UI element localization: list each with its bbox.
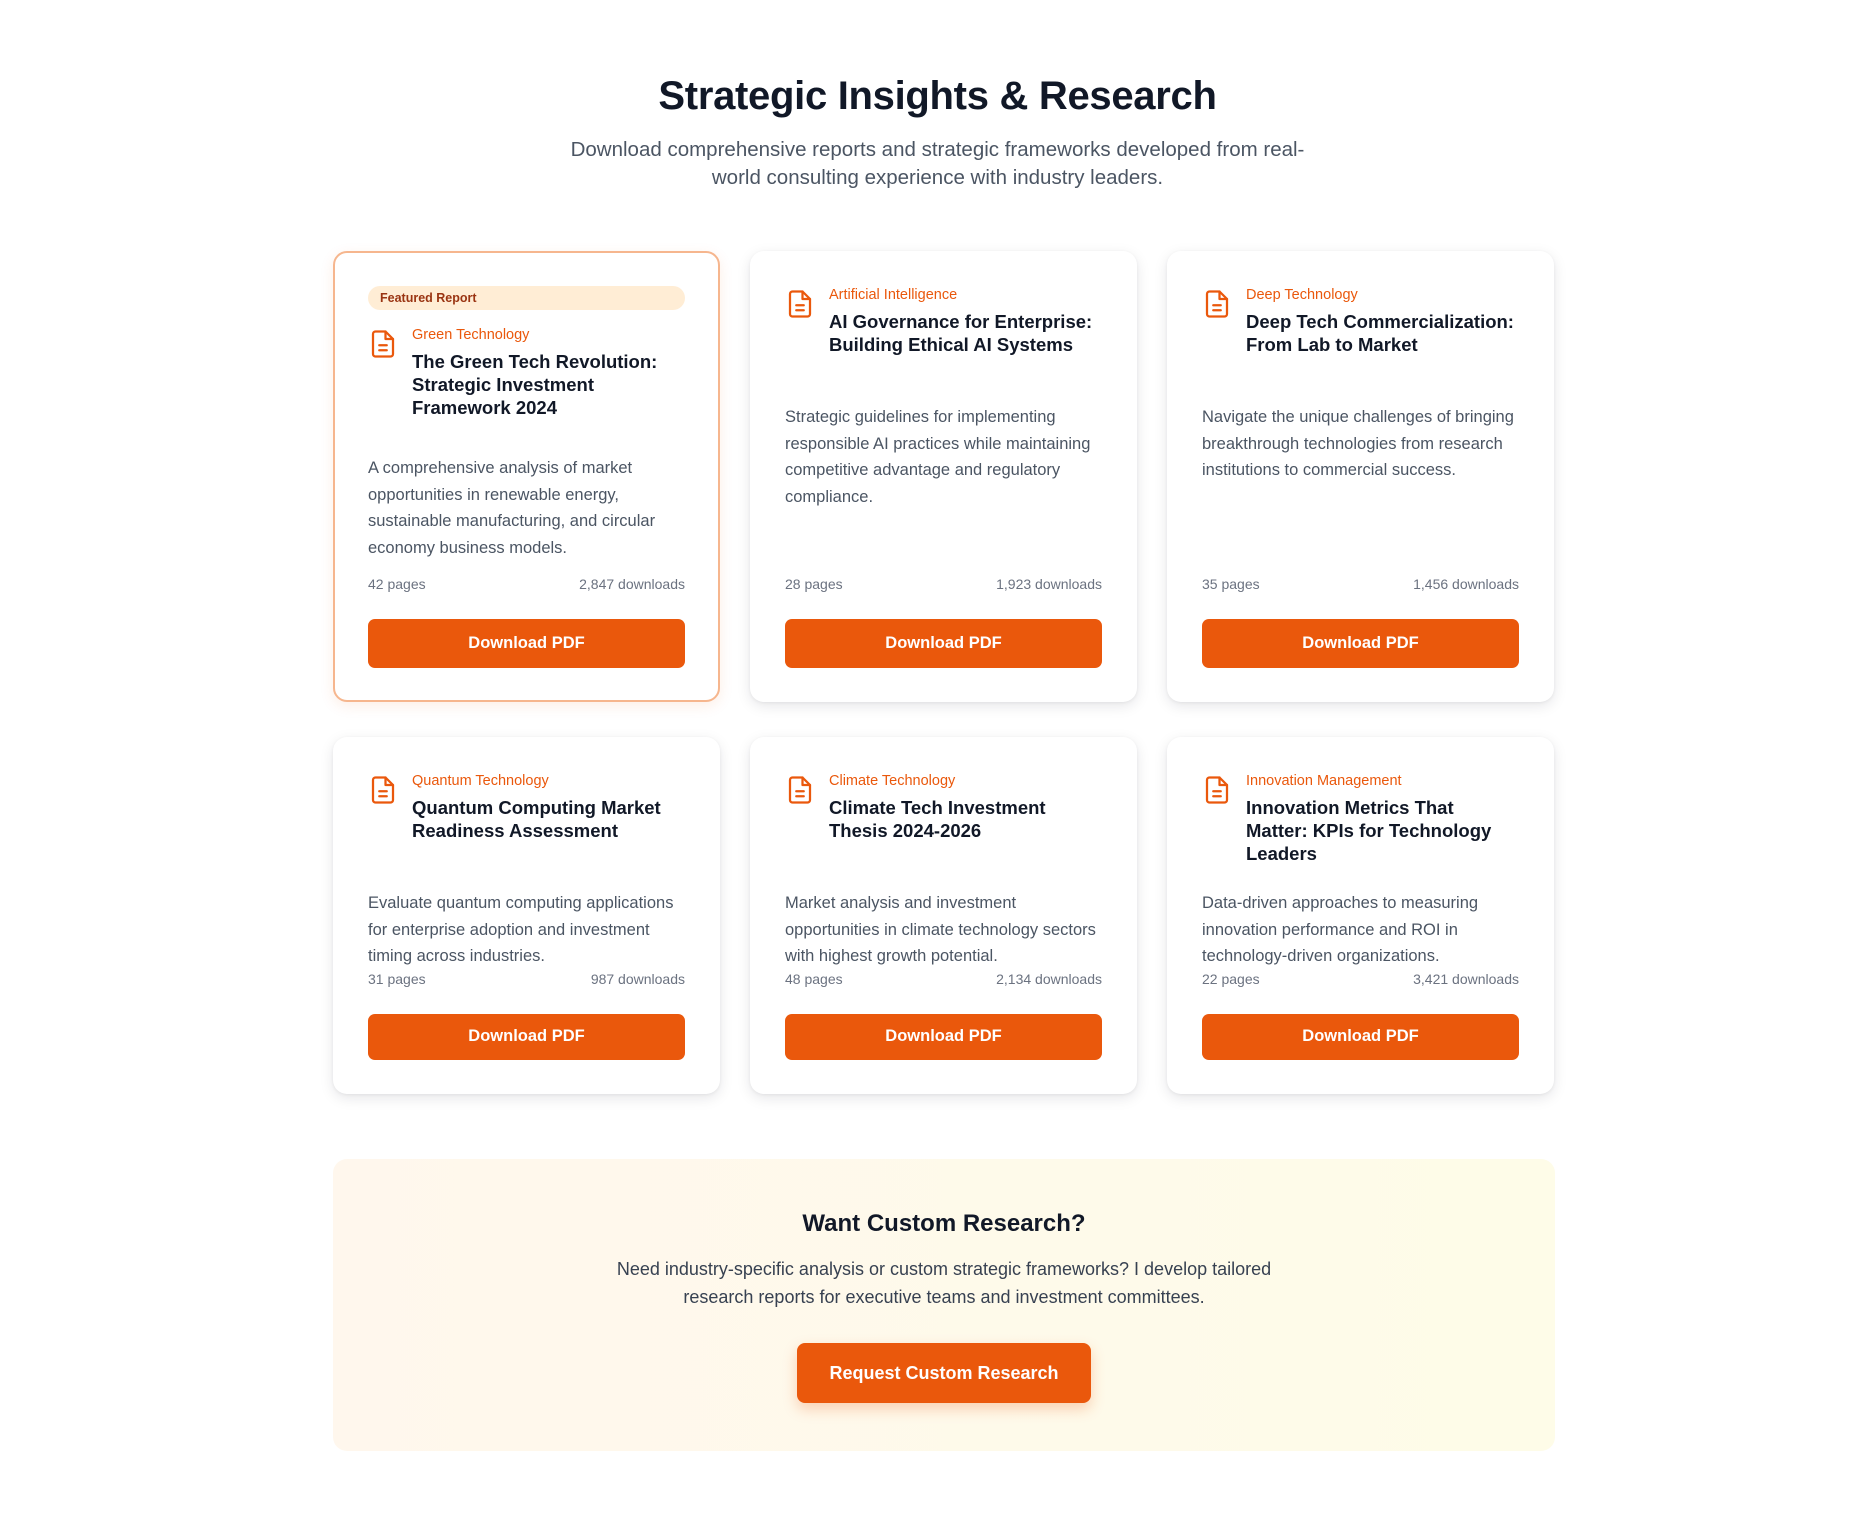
report-downloads: 3,421 downloads <box>1413 970 1519 987</box>
featured-badge: Featured Report <box>368 286 685 310</box>
report-description: Strategic guidelines for implementing re… <box>785 408 1091 506</box>
report-title: Innovation Metrics That Matter: KPIs for… <box>1246 797 1492 864</box>
report-downloads: 2,847 downloads <box>579 576 685 592</box>
custom-research-cta: Want Custom Research? Need industry-spec… <box>333 1159 1555 1451</box>
reports-grid: Featured Report Green Technology The Gre… <box>333 251 1555 1094</box>
research-page: Strategic Insights & Research Download c… <box>0 0 1875 1525</box>
report-downloads: 1,923 downloads <box>996 576 1102 592</box>
report-card-head: Green Technology The Green Tech Revoluti… <box>368 326 685 419</box>
report-pages: 28 pages <box>785 576 843 592</box>
page-subtitle: Download comprehensive reports and strat… <box>570 138 1305 189</box>
report-description: Data-driven approaches to measuring inno… <box>1202 894 1479 965</box>
document-icon <box>785 289 815 319</box>
report-pages: 22 pages <box>1202 970 1260 987</box>
report-category: Quantum Technology <box>412 773 549 789</box>
report-downloads: 2,134 downloads <box>996 970 1102 987</box>
document-icon <box>785 775 815 805</box>
report-title: Quantum Computing Market Readiness Asses… <box>412 797 661 841</box>
report-category: Deep Technology <box>1246 287 1358 303</box>
report-title: The Green Tech Revolution: Strategic Inv… <box>412 351 658 418</box>
report-category: Climate Technology <box>829 773 956 789</box>
document-icon <box>368 329 398 359</box>
report-category: Artificial Intelligence <box>829 287 958 303</box>
report-title: Deep Tech Commercialization: From Lab to… <box>1246 311 1514 355</box>
report-downloads: 987 downloads <box>590 970 685 987</box>
report-card-head: Innovation Management Innovation Metrics… <box>1202 772 1519 890</box>
report-title: AI Governance for Enterprise: Building E… <box>829 311 1093 355</box>
report-description: A comprehensive analysis of market oppor… <box>368 459 656 557</box>
report-meta: 28 pages 1,923 downloads <box>785 575 1102 593</box>
report-meta: 35 pages 1,456 downloads <box>1202 575 1519 593</box>
report-category: Green Technology <box>412 327 530 343</box>
report-card-head: Climate Technology Climate Tech Investme… <box>785 772 1102 890</box>
download-pdf-button[interactable]: Download PDF <box>368 619 685 668</box>
report-meta: 31 pages 987 downloads <box>368 970 685 988</box>
report-pages: 42 pages <box>368 576 426 592</box>
report-downloads: 1,456 downloads <box>1413 576 1519 592</box>
cta-title: Want Custom Research? <box>802 1210 1086 1237</box>
download-pdf-button[interactable]: Download PDF <box>785 619 1102 668</box>
page-title: Strategic Insights & Research <box>658 74 1217 118</box>
report-card: Deep Technology Deep Tech Commercializat… <box>1167 251 1554 702</box>
report-title: Climate Tech Investment Thesis 2024-2026 <box>829 797 1046 841</box>
document-icon <box>368 775 398 805</box>
report-description: Market analysis and investment opportuni… <box>785 894 1096 965</box>
report-pages: 31 pages <box>368 970 426 987</box>
document-icon <box>1202 289 1232 319</box>
report-card-featured: Featured Report Green Technology The Gre… <box>333 251 720 702</box>
report-card-head: Deep Technology Deep Tech Commercializat… <box>1202 286 1519 404</box>
report-card-head: Artificial Intelligence AI Governance fo… <box>785 286 1102 404</box>
cta-text: Need industry-specific analysis or custo… <box>616 1259 1272 1307</box>
request-custom-research-button[interactable]: Request Custom Research <box>797 1343 1091 1403</box>
report-description: Navigate the unique challenges of bringi… <box>1202 408 1514 479</box>
report-card: Innovation Management Innovation Metrics… <box>1167 737 1554 1094</box>
report-pages: 48 pages <box>785 970 843 987</box>
report-description: Evaluate quantum computing applications … <box>368 894 674 965</box>
report-card: Artificial Intelligence AI Governance fo… <box>750 251 1137 702</box>
report-pages: 35 pages <box>1202 576 1260 592</box>
report-meta: 22 pages 3,421 downloads <box>1202 970 1519 988</box>
document-icon <box>1202 775 1232 805</box>
download-pdf-button[interactable]: Download PDF <box>1202 1013 1519 1060</box>
report-meta: 48 pages 2,134 downloads <box>785 970 1102 988</box>
download-pdf-button[interactable]: Download PDF <box>785 1013 1102 1060</box>
section-header: Strategic Insights & Research Download c… <box>0 0 1875 192</box>
report-category: Innovation Management <box>1246 773 1402 789</box>
report-card-head: Quantum Technology Quantum Computing Mar… <box>368 772 685 890</box>
report-card: Climate Technology Climate Tech Investme… <box>750 737 1137 1094</box>
report-meta: 42 pages 2,847 downloads <box>368 575 685 593</box>
download-pdf-button[interactable]: Download PDF <box>1202 619 1519 668</box>
download-pdf-button[interactable]: Download PDF <box>368 1013 685 1060</box>
report-card: Quantum Technology Quantum Computing Mar… <box>333 737 720 1094</box>
